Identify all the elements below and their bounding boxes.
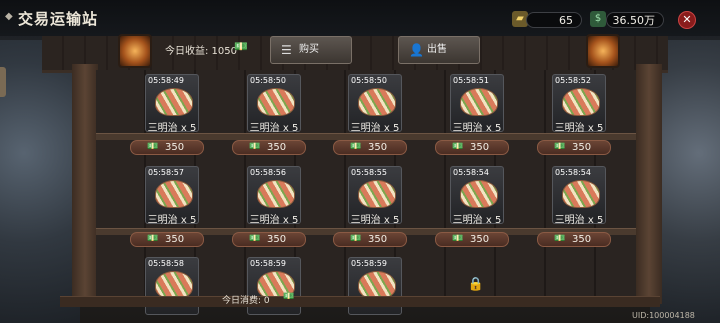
slot-timer: 05:58:56 (250, 168, 286, 177)
slot-timer: 05:58:52 (555, 76, 591, 85)
slot-timer: 05:58:51 (453, 76, 489, 85)
price-tag[interactable]: 💵 350 (537, 232, 611, 247)
price-value: 350 (165, 142, 185, 153)
price-value: 350 (470, 142, 490, 153)
slot-item-label: 三明治 x 5 (147, 123, 197, 134)
lantern-left (118, 34, 152, 68)
cash-icon: $ (590, 11, 606, 27)
sell-button[interactable]: 👤 出售 (398, 36, 480, 64)
sandwich-icon (358, 88, 396, 116)
price-tag[interactable]: 💵 350 (130, 232, 204, 247)
cash-icon: 💵 (249, 142, 261, 152)
slot-item-label: 三明治 x 5 (249, 123, 299, 134)
slot-timer: 05:58:50 (351, 76, 387, 85)
page-title: 交易运输站 (18, 10, 99, 28)
price-tag[interactable]: 💵 350 (333, 140, 407, 155)
price-tag[interactable]: 💵 350 (435, 232, 509, 247)
top-bar: ◆ 交易运输站 ▰ 65 $ 36.50万 ✕ (0, 0, 720, 36)
cash-icon: 💵 (350, 142, 362, 152)
price-tag[interactable]: 💵 350 (232, 232, 306, 247)
slot-timer: 05:58:50 (250, 76, 286, 85)
price-value: 350 (267, 142, 287, 153)
sandwich-icon (358, 180, 396, 208)
slot-item-label: 三明治 x 5 (350, 215, 400, 226)
slot-timer: 05:58:59 (351, 259, 387, 268)
cash-icon: 💵 (249, 234, 261, 244)
diamond-icon: ◆ (5, 11, 13, 22)
snowy-background-left (0, 40, 80, 323)
price-value: 350 (165, 234, 185, 245)
slot-timer: 05:58:54 (555, 168, 591, 177)
price-value: 350 (368, 234, 388, 245)
sandwich-icon (562, 88, 600, 116)
gold-counter: 65 (526, 12, 582, 28)
slot-timer: 05:58:54 (453, 168, 489, 177)
sell-button-label: 出售 (427, 44, 447, 55)
slot-timer: 05:58:57 (148, 168, 184, 177)
price-tag[interactable]: 💵 350 (537, 140, 611, 155)
today-spent-label: 今日消费: 0 (222, 296, 270, 306)
buy-button-label: 购买 (299, 44, 319, 55)
sandwich-icon (155, 88, 193, 116)
stall-counter (60, 296, 660, 307)
slot-timer: 05:58:55 (351, 168, 387, 177)
cash-icon: 💵 (234, 40, 248, 53)
sandwich-icon (155, 180, 193, 208)
price-value: 350 (368, 142, 388, 153)
sandwich-icon (358, 271, 396, 299)
slot-item-label: 三明治 x 5 (554, 215, 604, 226)
slot-item-label: 三明治 x 5 (554, 123, 604, 134)
cash-icon: 💵 (452, 142, 464, 152)
cash-icon: 💵 (283, 292, 295, 302)
sandwich-icon (155, 271, 193, 299)
person-icon: 👤 (409, 43, 424, 57)
sandwich-icon (460, 180, 498, 208)
lantern-right (586, 34, 620, 68)
sandwich-icon (257, 88, 295, 116)
slot-item-label: 三明治 x 5 (452, 215, 502, 226)
cash-icon: 💵 (452, 234, 464, 244)
slot-item-label: 三明治 x 5 (452, 123, 502, 134)
buy-button[interactable]: ☰ 购买 (270, 36, 352, 64)
price-tag[interactable]: 💵 350 (333, 232, 407, 247)
slot-item-label: 三明治 x 5 (350, 123, 400, 134)
sandwich-icon (257, 180, 295, 208)
slot-timer: 05:58:59 (250, 259, 286, 268)
cash-icon: 💵 (147, 142, 159, 152)
cash-icon: 💵 (147, 234, 159, 244)
price-tag[interactable]: 💵 350 (232, 140, 306, 155)
today-income-label: 今日收益: 1050 (165, 46, 237, 57)
pillar-right (636, 64, 662, 304)
slot-item-label: 三明治 x 5 (249, 215, 299, 226)
cash-icon: 💵 (554, 234, 566, 244)
cash-icon: 💵 (554, 142, 566, 152)
price-value: 350 (470, 234, 490, 245)
shelf-rail (96, 133, 636, 140)
side-tab-handle[interactable] (0, 67, 6, 97)
slot-timer: 05:58:49 (148, 76, 184, 85)
pillar-left (72, 64, 98, 304)
close-button[interactable]: ✕ (678, 11, 696, 29)
price-value: 350 (572, 142, 592, 153)
slot-timer: 05:58:58 (148, 259, 184, 268)
price-tag[interactable]: 💵 350 (130, 140, 204, 155)
price-value: 350 (267, 234, 287, 245)
price-tag[interactable]: 💵 350 (435, 140, 509, 155)
user-id: UID:100004188 (632, 311, 695, 320)
price-value: 350 (572, 234, 592, 245)
sandwich-icon (562, 180, 600, 208)
sandwich-icon (460, 88, 498, 116)
lock-icon[interactable]: 🔒 (467, 276, 485, 294)
layers-icon: ☰ (281, 43, 292, 57)
slot-item-label: 三明治 x 5 (147, 215, 197, 226)
cash-counter: 36.50万 (606, 12, 664, 28)
cash-icon: 💵 (350, 234, 362, 244)
